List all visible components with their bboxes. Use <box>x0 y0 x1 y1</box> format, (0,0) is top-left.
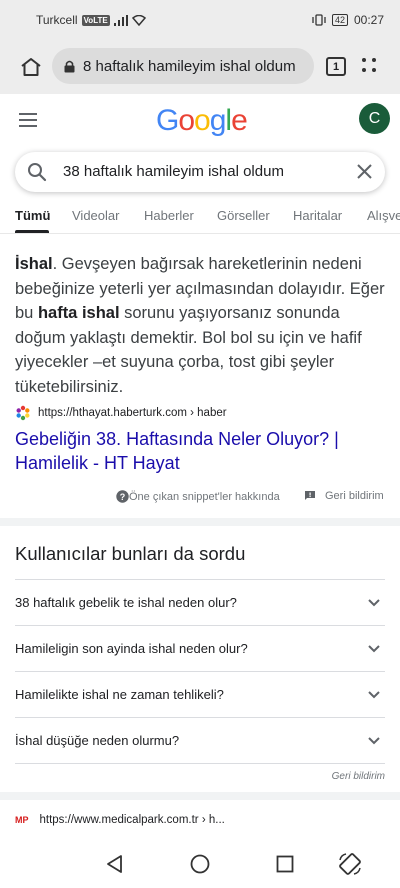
site-favicon-icon <box>16 405 30 421</box>
section-divider <box>0 792 400 800</box>
google-logo[interactable]: Google <box>156 104 248 138</box>
menu-dot <box>362 68 366 72</box>
source-url: https://hthayat.haberturk.com › haber <box>38 407 227 419</box>
status-left: Turkcell VoLTE <box>36 13 146 27</box>
paa-question[interactable]: Hamilelikte ishal ne zaman tehlikeli? <box>15 671 385 717</box>
battery-icon: 42 <box>331 14 348 26</box>
menu-dot <box>372 58 376 62</box>
next-result-source[interactable]: MP https://www.medicalpark.com.tr › h... <box>15 814 225 826</box>
snippet-bold: hafta ishal <box>37 304 120 322</box>
browser-menu-button[interactable] <box>360 55 380 79</box>
paa-question[interactable]: İshal düşüğe neden olurmu? <box>15 717 385 763</box>
home-button[interactable] <box>16 52 46 82</box>
source-url: https://www.medicalpark.com.tr › h... <box>39 814 225 826</box>
logo-letter: G <box>156 104 179 137</box>
chevron-down-icon <box>368 691 380 699</box>
chevron-down-icon <box>368 645 380 653</box>
search-tabs: Tümü Videolar Haberler Görseller Harital… <box>0 198 400 234</box>
snippet-result-link[interactable]: Gebeliğin 38. Haftasında Neler Oluyor? |… <box>15 427 385 475</box>
active-tab-indicator <box>15 230 49 233</box>
address-text: 8 haftalık hamileyim ishal oldum <box>83 57 296 75</box>
paa-question[interactable]: 38 haftalık gebelik te ishal neden olur? <box>15 579 385 625</box>
rotate-icon[interactable] <box>338 852 362 876</box>
feedback-icon <box>305 491 315 500</box>
paa-question-text: 38 haftalık gebelik te ishal neden olur? <box>15 595 237 610</box>
home-circle-icon[interactable] <box>190 854 210 874</box>
logo-letter: g <box>209 104 227 137</box>
paa-heading: Kullanıcılar bunları da sordu <box>15 543 246 564</box>
wifi-icon <box>131 14 146 26</box>
about-snippets-label: Öne çıkan snippet'ler hakkında <box>129 490 280 503</box>
tab-switcher-button[interactable]: 1 <box>326 57 346 76</box>
about-snippets-link[interactable]: ? Öne çıkan snippet'ler hakkında <box>116 490 280 503</box>
signal-icon <box>113 14 128 26</box>
home-icon <box>21 58 41 76</box>
search-input[interactable]: 38 haftalık hamileyim ishal oldum <box>63 163 284 180</box>
menu-dot <box>362 58 366 62</box>
logo-letter: o <box>194 104 211 137</box>
chevron-down-icon <box>368 599 380 607</box>
tab-images[interactable]: Görseller <box>217 208 270 223</box>
help-icon: ? <box>116 490 129 503</box>
snippet-footer: ? Öne çıkan snippet'ler hakkında Geri bi… <box>0 488 400 506</box>
logo-letter: o <box>178 104 195 137</box>
paa-bottom-divider <box>15 763 385 764</box>
tab-all[interactable]: Tümü <box>15 208 50 223</box>
menu-dot <box>372 68 376 72</box>
snippet-source[interactable]: https://hthayat.haberturk.com › haber <box>15 405 227 421</box>
system-nav-bar <box>0 840 400 888</box>
snippet-feedback-link[interactable]: Geri bildirim <box>304 490 384 502</box>
svg-text:?: ? <box>120 492 126 502</box>
section-divider <box>0 518 400 526</box>
paa-question[interactable]: Hamileligin son ayinda ishal neden olur? <box>15 625 385 671</box>
chevron-down-icon <box>368 737 380 745</box>
paa-question-text: Hamileligin son ayinda ishal neden olur? <box>15 641 248 656</box>
paa-question-text: İshal düşüğe neden olurmu? <box>15 733 180 748</box>
logo-letter: e <box>231 104 248 137</box>
browser-toolbar: 8 haftalık hamileyim ishal oldum 1 <box>0 40 400 94</box>
search-icon[interactable] <box>27 162 47 182</box>
paa-question-text: Hamilelikte ishal ne zaman tehlikeli? <box>15 687 224 702</box>
google-header: Google C <box>0 94 400 150</box>
status-right: 42 00:27 <box>312 13 384 27</box>
back-icon[interactable] <box>105 854 125 874</box>
tab-maps[interactable]: Haritalar <box>293 208 342 223</box>
clear-icon[interactable] <box>356 163 373 180</box>
carrier-name: Turkcell <box>36 13 78 27</box>
feedback-label: Geri bildirim <box>325 490 384 502</box>
address-bar[interactable]: 8 haftalık hamileyim ishal oldum <box>52 48 314 84</box>
tab-videos[interactable]: Videolar <box>72 208 119 223</box>
account-avatar[interactable]: C <box>359 103 390 134</box>
tab-news[interactable]: Haberler <box>144 208 194 223</box>
tab-shopping[interactable]: Alışveriş <box>367 208 400 223</box>
medicalpark-logo: MP <box>15 815 29 825</box>
search-box[interactable]: 38 haftalık hamileyim ishal oldum <box>15 152 385 192</box>
volte-badge: VoLTE <box>81 14 110 26</box>
featured-snippet-text: İshal. Gevşeyen bağırsak hareketlerinin … <box>15 252 385 399</box>
clock: 00:27 <box>353 13 384 27</box>
hamburger-menu-icon[interactable] <box>19 113 37 127</box>
status-bar: Turkcell VoLTE 42 00:27 <box>0 0 400 40</box>
recents-icon[interactable] <box>275 854 295 874</box>
lock-icon <box>64 60 75 72</box>
vibrate-icon <box>312 14 326 26</box>
paa-feedback-link[interactable]: Geri bildirim <box>332 771 385 782</box>
snippet-bold: İshal <box>15 255 53 273</box>
